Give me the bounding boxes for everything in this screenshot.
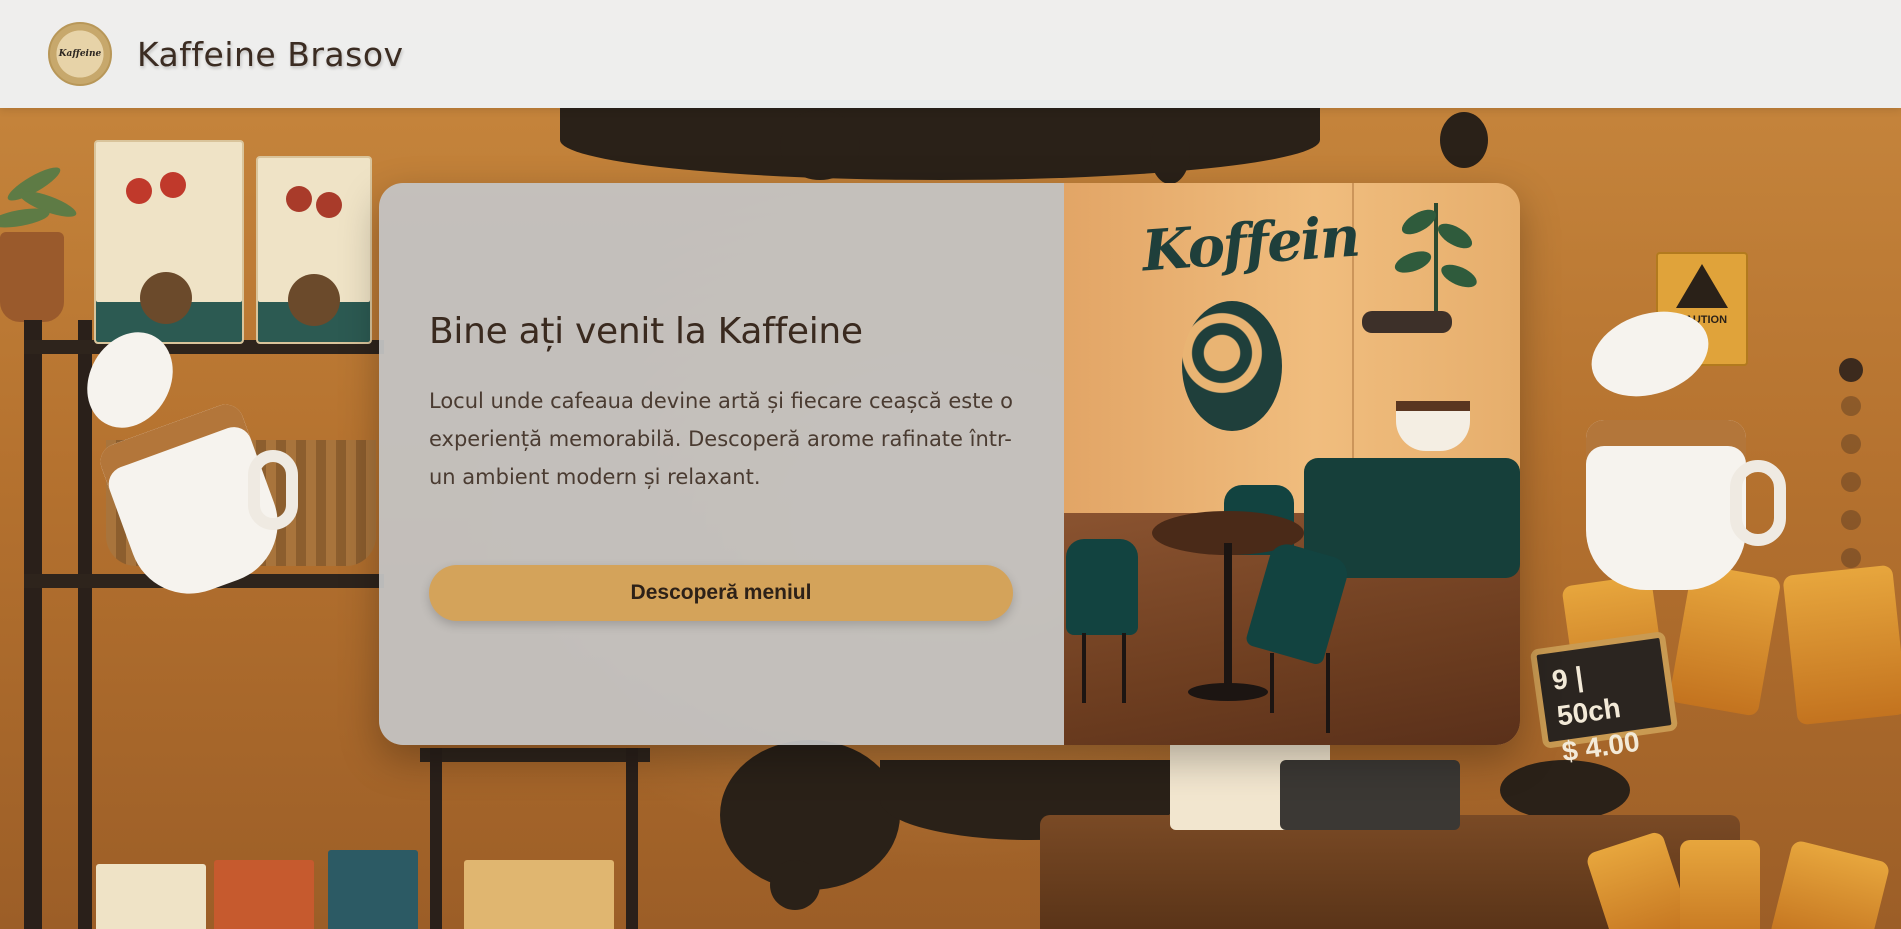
chips-bag xyxy=(1680,840,1760,929)
portafilter-mural xyxy=(1362,311,1452,333)
hero-title: Bine ați venit la Kaffeine xyxy=(429,311,863,352)
plant-pot xyxy=(0,232,64,322)
plant-mural-leaf xyxy=(1434,218,1476,254)
chips-bag xyxy=(1769,839,1891,929)
shelf-board xyxy=(420,748,650,762)
wall-logo: Koffein xyxy=(1139,203,1361,285)
cafe-table-leg xyxy=(1224,543,1232,693)
chair-leg xyxy=(1122,633,1126,703)
discover-menu-button[interactable]: Descoperă meniul xyxy=(429,565,1013,621)
shelf-post xyxy=(430,748,442,929)
chips-bag xyxy=(1782,564,1901,726)
slide-dot[interactable] xyxy=(1841,434,1861,454)
wall-splash xyxy=(1440,112,1488,168)
wall-splash xyxy=(560,100,1320,180)
cafe-interior-image: Koffein xyxy=(1064,183,1520,745)
chair-leg xyxy=(1270,653,1274,713)
chair-leg xyxy=(1326,653,1330,733)
floating-mug-left xyxy=(70,316,298,611)
product-pack xyxy=(464,860,614,929)
product-box xyxy=(94,140,244,344)
logo-wordmark: Kaffeine xyxy=(58,49,102,59)
slide-dot[interactable] xyxy=(1841,472,1861,492)
shelf-post xyxy=(626,748,638,929)
site-header: Kaffeine Kaffeine Brasov xyxy=(0,0,1901,108)
slide-dot[interactable] xyxy=(1839,358,1863,382)
product-box xyxy=(256,156,372,344)
brand-logo[interactable]: Kaffeine xyxy=(48,22,112,86)
product-pack xyxy=(328,850,418,929)
wall-splash xyxy=(780,110,860,180)
chair xyxy=(1066,539,1138,635)
hero-description: Locul unde cafeaua devine artă și fiecar… xyxy=(429,389,1013,489)
wall-splash xyxy=(1150,120,1190,184)
plant-leaf xyxy=(0,204,51,232)
hero-card: Bine ați venit la Kaffeine Locul unde ca… xyxy=(379,183,1520,745)
floating-mug-right xyxy=(1580,297,1786,600)
slide-dot[interactable] xyxy=(1841,396,1861,416)
wall-splash xyxy=(770,860,820,910)
price-sign: 9 | 50ch $ 4.00 xyxy=(1529,631,1679,767)
cafe-table-base xyxy=(1188,683,1268,701)
shelf-post xyxy=(78,320,92,929)
slide-dot[interactable] xyxy=(1841,548,1861,568)
slide-dot[interactable] xyxy=(1841,510,1861,530)
hero-text-panel: Bine ați venit la Kaffeine Locul unde ca… xyxy=(379,183,1064,745)
plant-mural-leaf xyxy=(1392,247,1434,277)
coffee-bean-mural xyxy=(1182,301,1282,431)
shelf-post xyxy=(24,320,42,929)
product-pack xyxy=(96,864,206,929)
brand-name[interactable]: Kaffeine Brasov xyxy=(137,35,404,74)
plant-mural-leaf xyxy=(1437,260,1481,292)
slide-pagination xyxy=(1839,358,1863,586)
coffee-cup-mural xyxy=(1396,401,1470,451)
counter-machine xyxy=(1280,760,1460,830)
chair-leg xyxy=(1082,633,1086,703)
product-pack xyxy=(214,860,314,929)
